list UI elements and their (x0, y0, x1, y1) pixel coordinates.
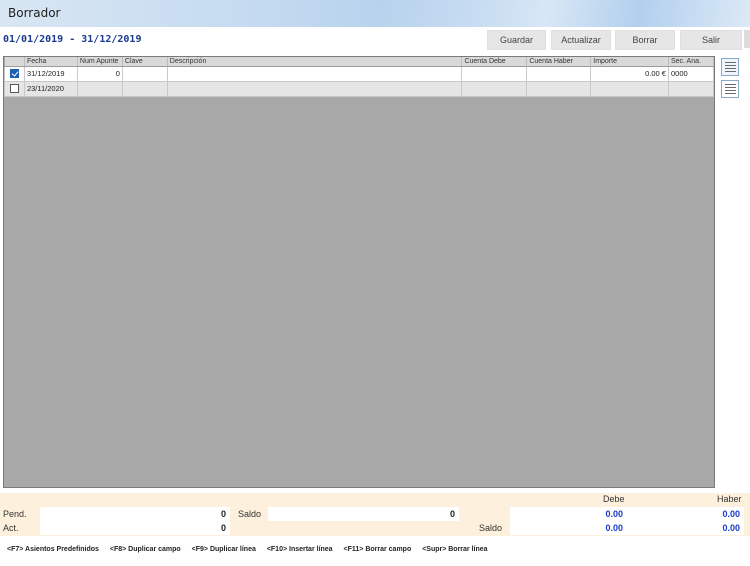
shortcut-f11: <F11> Borrar campo (343, 546, 412, 553)
row-checkbox[interactable] (9, 84, 19, 94)
column-header-cuenta-debe[interactable]: Cuenta Debe (461, 57, 528, 67)
totals-panel: Debe Haber Pend. 0 Saldo 0 0.00 0.00 Act… (0, 493, 750, 536)
cell-importe[interactable] (590, 80, 669, 97)
title-bar-decoration (380, 0, 750, 27)
row-checkbox-cell[interactable] (4, 65, 25, 82)
cell-importe[interactable]: 0.00 € (590, 65, 669, 82)
title-bar: Borrador (0, 0, 750, 27)
cell-clave[interactable] (121, 80, 168, 97)
cell-descripcion[interactable] (166, 80, 463, 97)
act-debe-value: 0.00 (510, 521, 627, 535)
entries-grid[interactable]: Fecha Num Apunte Clave Descripción Cuent… (3, 56, 715, 488)
cell-num-apunte[interactable] (76, 80, 123, 97)
cell-cuenta-debe[interactable] (461, 65, 528, 82)
debe-header: Debe (603, 494, 625, 504)
entries-table: Fecha Num Apunte Clave Descripción Cuent… (4, 57, 715, 97)
column-header-fecha[interactable]: Fecha (24, 57, 78, 67)
column-header-select[interactable] (4, 57, 25, 67)
cell-sec-ana[interactable]: 0000 (667, 65, 715, 82)
cell-clave[interactable] (121, 65, 168, 82)
shortcut-supr: <Supr> Borrar línea (422, 546, 488, 553)
shortcut-f9: <F9> Duplicar línea (191, 546, 256, 553)
cell-fecha[interactable]: 31/12/2019 (23, 65, 78, 82)
table-row[interactable]: 23/11/2020 (4, 80, 715, 97)
cell-fecha[interactable]: 23/11/2020 (23, 80, 78, 97)
borrar-button[interactable]: Borrar (615, 30, 675, 50)
pend-label: Pend. (3, 509, 27, 519)
saldo2-label: Saldo (479, 523, 503, 533)
document-icon[interactable] (721, 80, 739, 98)
act-value: 0 (40, 521, 230, 535)
table-row[interactable]: 31/12/2019 0 0.00 € 0000 (4, 65, 715, 82)
cell-descripcion[interactable] (166, 65, 463, 82)
column-header-cuenta-haber[interactable]: Cuenta Haber (526, 57, 592, 67)
cell-sec-ana[interactable] (667, 80, 715, 97)
cell-cuenta-haber[interactable] (526, 65, 592, 82)
saldo-label: Saldo (238, 509, 262, 519)
date-range: 01/01/2019 - 31/12/2019 (3, 34, 142, 45)
haber-header: Haber (717, 494, 742, 504)
cell-cuenta-debe[interactable] (461, 80, 528, 97)
table-header: Fecha Num Apunte Clave Descripción Cuent… (4, 57, 715, 67)
shortcut-f7: <F7> Asientos Predefinidos (7, 546, 99, 553)
cell-cuenta-haber[interactable] (526, 80, 592, 97)
shortcut-f8: <F8> Duplicar campo (109, 546, 181, 553)
shortcut-f10: <F10> Insertar línea (266, 546, 333, 553)
column-header-clave[interactable]: Clave (122, 57, 168, 67)
actualizar-button[interactable]: Actualizar (551, 30, 611, 50)
column-header-num-apunte[interactable]: Num Apunte (77, 57, 123, 67)
act-label: Act. (3, 523, 19, 533)
pend-debe-value: 0.00 (510, 507, 627, 521)
row-checkbox[interactable] (9, 69, 19, 79)
column-header-importe[interactable]: Importe (590, 57, 669, 67)
shortcut-bar: <F7> Asientos Predefinidos <F8> Duplicar… (7, 546, 497, 553)
pend-haber-value: 0.00 (627, 507, 744, 521)
list-view-icon[interactable] (721, 58, 739, 76)
column-header-descripcion[interactable]: Descripción (167, 57, 463, 67)
saldo-value: 0 (268, 507, 459, 521)
act-haber-value: 0.00 (627, 521, 744, 535)
cell-num-apunte[interactable]: 0 (76, 65, 123, 82)
toolbar-edge (744, 30, 750, 48)
row-checkbox-cell[interactable] (4, 80, 25, 97)
window-title: Borrador (8, 6, 61, 20)
guardar-button[interactable]: Guardar (487, 30, 546, 50)
pend-value: 0 (40, 507, 230, 521)
column-header-sec-ana[interactable]: Sec. Ana. (668, 57, 715, 67)
salir-button[interactable]: Salir (680, 30, 742, 50)
